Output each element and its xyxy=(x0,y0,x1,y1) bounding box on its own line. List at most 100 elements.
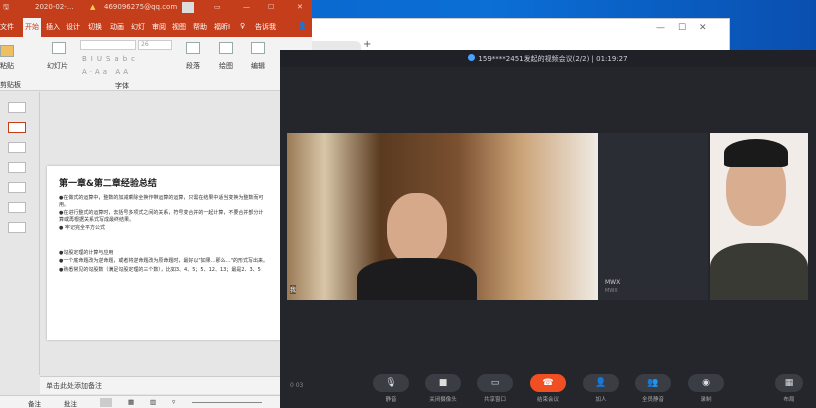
ribbon-display-icon[interactable]: ▭ xyxy=(214,3,221,11)
person-body xyxy=(357,258,477,300)
new-tab-button[interactable]: + xyxy=(363,39,371,50)
minimize-button[interactable]: — xyxy=(243,3,250,11)
layout-icon: ▦ xyxy=(784,378,794,388)
tab-transitions[interactable]: 切换 xyxy=(88,22,102,32)
video-tile-participant[interactable] xyxy=(710,133,808,300)
drawing-icon[interactable] xyxy=(219,42,233,54)
warning-icon: ▲ xyxy=(90,3,96,11)
paste-button[interactable]: 粘贴 xyxy=(0,61,14,71)
editing-button[interactable]: 编辑 xyxy=(251,61,265,71)
slide-thumbnail[interactable] xyxy=(8,222,26,233)
mute-label: 静音 xyxy=(385,397,397,403)
browser-window: + — ☐ ✕ xyxy=(300,18,730,53)
person-face xyxy=(387,193,447,265)
zoom-slider[interactable] xyxy=(192,402,262,403)
person-hair xyxy=(724,139,788,167)
slide-bullet: ●在进行整式的运算时，去括号多项式之间的关系，符号变合并的一起计算，不要合并部分… xyxy=(59,210,264,223)
minimize-button[interactable]: — xyxy=(656,23,665,33)
close-button[interactable]: ✕ xyxy=(297,3,303,11)
tell-me-search[interactable]: 告诉我 xyxy=(255,22,276,32)
network-status: 0 03 xyxy=(290,382,304,389)
paragraph-button[interactable]: 段落 xyxy=(186,61,200,71)
tab-view[interactable]: 视图 xyxy=(172,22,186,32)
drawing-button[interactable]: 绘图 xyxy=(219,61,233,71)
slide-thumbnail[interactable] xyxy=(8,102,26,113)
layout-label: 布局 xyxy=(783,397,795,403)
video-tile-self[interactable]: 我 xyxy=(287,133,598,300)
slide-canvas[interactable]: 第一章&第二章经验总结 ●在做式的运算中，整数的加减乘除全换作带运算的运算，只需… xyxy=(47,166,280,340)
ribbon-tabs: 文件 开始 插入 设计 切换 动画 幻灯 审阅 视图 帮助 福昕I ♀ 告诉我 … xyxy=(0,15,312,37)
font-color-buttons[interactable]: A·Aa AA xyxy=(82,68,131,76)
font-name-select[interactable] xyxy=(80,40,136,50)
layout-button[interactable]: ▦ xyxy=(775,374,803,392)
slideshow-button[interactable]: ▿ xyxy=(172,398,175,406)
paste-icon[interactable] xyxy=(0,45,14,57)
save-icon[interactable]: 🖫 xyxy=(3,3,9,14)
meeting-logo-icon xyxy=(468,54,476,61)
meeting-toolbar: 0 03 🎙 静音 ■ 关闭摄像头 ▭ 共享窗口 ☎ 结束会议 👤 加人 👥 全… xyxy=(280,368,816,408)
search-icon[interactable] xyxy=(251,42,265,54)
participant-panel: MWX MWX xyxy=(598,133,708,300)
add-person-icon: 👤 xyxy=(595,378,607,388)
new-slide-button[interactable]: 幻灯片 xyxy=(47,61,68,71)
clipboard-group-label: 剪贴板 xyxy=(0,81,21,89)
font-format-buttons[interactable]: BIUSabc xyxy=(82,55,139,63)
file-title: 2020-02-... xyxy=(35,3,74,11)
camera-off-button[interactable]: ■ xyxy=(425,374,461,392)
mute-all-button[interactable]: 👥 xyxy=(635,374,671,392)
tab-slideshow[interactable]: 幻灯 xyxy=(131,22,145,32)
tab-home[interactable]: 开始 xyxy=(23,18,41,37)
participant-name: MWX xyxy=(605,279,621,286)
slide-title: 第一章&第二章经验总结 xyxy=(59,179,157,189)
share-icon[interactable]: 👤 xyxy=(298,22,307,30)
slide-thumbnail[interactable] xyxy=(8,182,26,193)
screen-share-icon: ▭ xyxy=(490,378,500,388)
record-button[interactable]: ◉ xyxy=(688,374,724,392)
microphone-icon: 🎙 xyxy=(385,378,397,388)
tab-design[interactable]: 设计 xyxy=(66,22,80,32)
slide-sorter-button[interactable]: ▦ xyxy=(128,398,134,406)
add-person-button[interactable]: 👤 xyxy=(583,374,619,392)
powerpoint-window: 🖫 2020-02-... ▲ 469096275@qq.com ▭ — ☐ ✕… xyxy=(0,0,312,408)
status-bar: 备注 批注 ▦ ▥ ▿ 33 xyxy=(0,395,312,408)
add-person-label: 加人 xyxy=(595,397,607,403)
slide-thumbnail[interactable] xyxy=(8,202,26,213)
reading-view-button[interactable]: ▥ xyxy=(150,398,156,406)
close-button[interactable]: ✕ xyxy=(699,23,707,33)
mute-all-icon: 👥 xyxy=(647,378,659,388)
account-email: 469096275@qq.com xyxy=(104,3,178,11)
hangup-icon: ☎ xyxy=(542,378,554,388)
ribbon: 粘贴 剪贴板 幻灯片 26 BIUSabc A·Aa AA 字体 段落 绘图 编… xyxy=(0,37,312,91)
tab-review[interactable]: 审阅 xyxy=(152,22,166,32)
slide-thumbnail[interactable] xyxy=(8,162,26,173)
notes-input[interactable]: 单击此处添加备注 xyxy=(40,376,280,394)
tab-animations[interactable]: 动画 xyxy=(110,22,124,32)
avatar[interactable] xyxy=(182,2,194,13)
end-meeting-label: 结束会议 xyxy=(536,397,559,403)
comments-button[interactable]: 批注 xyxy=(64,398,77,408)
lightbulb-icon: ♀ xyxy=(240,22,246,30)
slide-thumbnail[interactable] xyxy=(8,122,26,133)
font-group-label: 字体 xyxy=(115,82,129,90)
video-meeting-window: 159****2451发起的视频会议(2/2) | 01:19:27 我 MWX… xyxy=(280,50,816,408)
maximize-button[interactable]: ☐ xyxy=(268,3,274,11)
normal-view-button[interactable] xyxy=(100,398,112,407)
maximize-button[interactable]: ☐ xyxy=(678,23,686,33)
tab-insert[interactable]: 插入 xyxy=(46,22,60,32)
tab-file[interactable]: 文件 xyxy=(0,22,14,32)
title-bar: 🖫 2020-02-... ▲ 469096275@qq.com ▭ — ☐ ✕ xyxy=(0,0,312,15)
camera-icon: ■ xyxy=(438,378,448,388)
slide-thumbnail[interactable] xyxy=(8,142,26,153)
font-size-select[interactable]: 26 xyxy=(138,40,172,50)
share-window-button[interactable]: ▭ xyxy=(477,374,513,392)
mute-button[interactable]: 🎙 xyxy=(373,374,409,392)
tab-help[interactable]: 帮助 xyxy=(193,22,207,32)
meeting-title-bar: 159****2451发起的视频会议(2/2) | 01:19:27 xyxy=(280,50,816,67)
end-meeting-button[interactable]: ☎ xyxy=(530,374,566,392)
notes-button[interactable]: 备注 xyxy=(28,398,41,408)
slide-bullet: ● 牢记完全平方公式 xyxy=(59,225,105,231)
tab-foxit[interactable]: 福昕I xyxy=(214,22,230,32)
camera-off-label: 关闭摄像头 xyxy=(429,397,457,403)
new-slide-icon[interactable] xyxy=(52,42,66,54)
paragraph-icon[interactable] xyxy=(186,42,200,54)
